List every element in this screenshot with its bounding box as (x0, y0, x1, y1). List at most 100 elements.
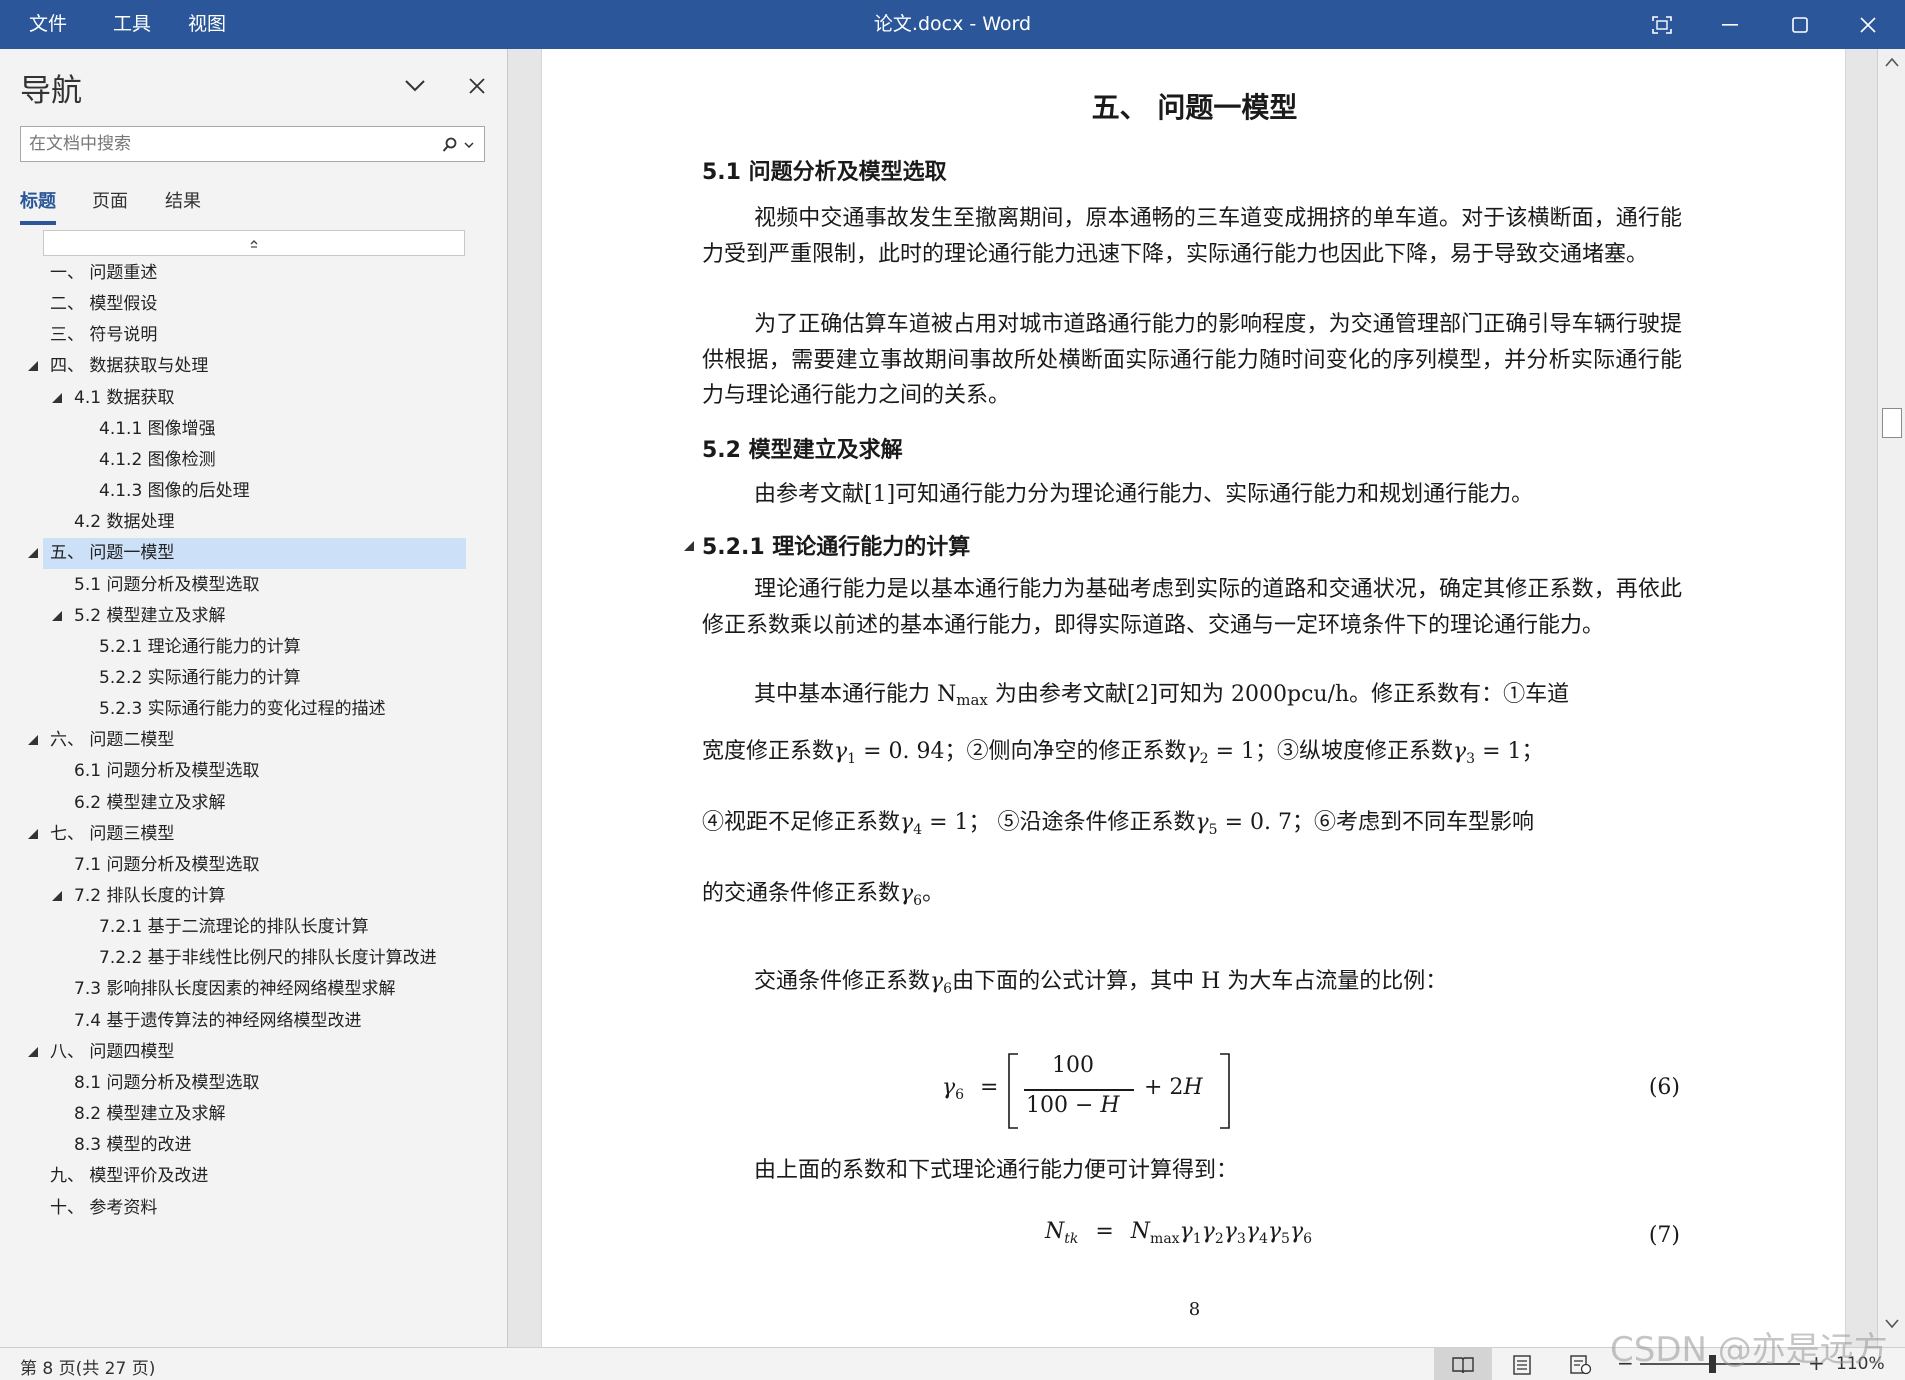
tab-pages[interactable]: 页面 (92, 187, 128, 223)
read-mode-button[interactable] (1434, 1348, 1492, 1380)
search-button[interactable] (442, 134, 474, 156)
nav-heading-item[interactable]: 4.2 数据处理 (0, 507, 508, 538)
nav-heading-label: 7.1 问题分析及模型选取 (74, 854, 260, 875)
nav-heading-label: 8.3 模型的改进 (74, 1135, 192, 1156)
minimize-icon (1722, 23, 1738, 26)
nav-heading-item[interactable]: 五、 问题一模型 (28, 538, 466, 570)
nav-heading-item[interactable]: 7.4 基于遗传算法的神经网络模型改进 (0, 1006, 508, 1037)
nav-heading-label: 5.2.2 实际通行能力的计算 (99, 667, 301, 688)
collapse-up-icon (250, 240, 258, 248)
collapse-all-bar[interactable] (43, 230, 465, 256)
nav-heading-label: 5.2.3 实际通行能力的变化过程的描述 (99, 699, 386, 720)
nav-heading-item[interactable]: 九、 模型评价及改进 (0, 1161, 508, 1192)
nav-heading-label: 6.1 问题分析及模型选取 (74, 761, 260, 782)
book-icon (1452, 1356, 1474, 1373)
nav-heading-item[interactable]: 十、 参考资料 (0, 1193, 508, 1224)
chevron-down-icon (405, 80, 425, 92)
tab-results[interactable]: 结果 (165, 187, 201, 223)
nav-heading-item[interactable]: 4.1.2 图像检测 (0, 445, 508, 476)
navigation-pane: 导航 标题 页面 结果 一、 问题重述二、 模型假设三、 符号说明四、 数据获取… (0, 49, 508, 1347)
equation-7-label: (7) (1648, 1223, 1680, 1248)
maximize-button[interactable] (1770, 0, 1830, 49)
paragraph-4: 理论通行能力是以基本通行能力为基础考虑到实际的道路和交通状况，确定其修正系数，再… (702, 577, 1682, 638)
collapse-triangle-icon[interactable] (683, 540, 695, 552)
paragraph-7: 由上面的系数和下式理论通行能力便可计算得到： (754, 1158, 1239, 1183)
nav-heading-item[interactable]: 8.1 问题分析及模型选取 (0, 1068, 508, 1099)
print-layout-button[interactable] (1493, 1348, 1551, 1380)
page-count-status[interactable]: 第 8 页(共 27 页) (20, 1354, 155, 1379)
nav-heading-item[interactable]: 5.2.3 实际通行能力的变化过程的描述 (0, 694, 508, 725)
section-heading-5-1: 5.1 问题分析及模型选取 (702, 160, 947, 185)
vertical-scrollbar[interactable] (1877, 49, 1905, 1347)
expand-triangle-icon[interactable] (51, 890, 63, 902)
nav-heading-item[interactable]: 七、 问题三模型 (0, 819, 508, 850)
paragraph-5: 其中基本通行能力 Nmax 为由参考文献[2]可知为 2000pcu/h。修正系… (754, 682, 1570, 709)
expand-triangle-icon[interactable] (51, 610, 63, 622)
search-icon (442, 137, 457, 152)
scroll-thumb[interactable] (1882, 408, 1902, 438)
web-layout-button[interactable] (1552, 1348, 1610, 1380)
expand-triangle-icon[interactable] (51, 392, 63, 404)
nav-heading-label: 5.2 模型建立及求解 (74, 605, 226, 626)
nav-heading-item[interactable]: 7.3 影响排队长度因素的神经网络模型求解 (0, 974, 508, 1005)
nav-heading-item[interactable]: 7.2 排队长度的计算 (0, 881, 508, 912)
nav-heading-item[interactable]: 5.1 问题分析及模型选取 (0, 570, 508, 601)
search-input[interactable] (29, 131, 429, 157)
nav-heading-label: 一、 问题重述 (50, 263, 158, 283)
nav-heading-item[interactable]: 4.1.1 图像增强 (0, 414, 508, 445)
expand-triangle-icon[interactable] (27, 828, 39, 840)
nav-heading-label: 三、 符号说明 (50, 325, 158, 346)
nav-pane-title: 导航 (20, 73, 82, 109)
nav-heading-item[interactable]: 8.2 模型建立及求解 (0, 1099, 508, 1130)
focus-mode-button[interactable] (1632, 0, 1692, 49)
nav-heading-label: 6.2 模型建立及求解 (74, 792, 226, 813)
nav-heading-label: 8.1 问题分析及模型选取 (74, 1072, 260, 1093)
nav-close-button[interactable] (460, 69, 494, 103)
nav-heading-item[interactable]: 八、 问题四模型 (0, 1037, 508, 1068)
nav-search-box (20, 126, 485, 162)
paragraph-2: 为了正确估算车道被占用对城市道路通行能力的影响程度，为交通管理部门正确引导车辆行… (702, 312, 1682, 408)
scroll-up-icon[interactable] (1885, 57, 1899, 67)
expand-triangle-icon[interactable] (27, 360, 39, 372)
nav-heading-item[interactable]: 5.2.1 理论通行能力的计算 (0, 632, 508, 663)
nav-heading-item[interactable]: 4.1 数据获取 (0, 383, 508, 414)
nav-heading-item[interactable]: 4.1.3 图像的后处理 (0, 476, 508, 507)
close-window-button[interactable] (1838, 0, 1898, 49)
section-heading-5-2: 5.2 模型建立及求解 (702, 438, 903, 463)
nav-heading-item[interactable]: 8.3 模型的改进 (0, 1130, 508, 1161)
close-icon (1860, 16, 1876, 33)
nav-heading-label: 7.2 排队长度的计算 (74, 886, 226, 906)
page-layout-icon (1513, 1354, 1531, 1375)
expand-triangle-icon[interactable] (27, 547, 39, 559)
nav-heading-label: 7.2.2 基于非线性比例尺的排队长度计算改进 (99, 948, 437, 969)
chevron-down-icon (464, 142, 474, 148)
expand-triangle-icon[interactable] (27, 1046, 39, 1058)
minimize-button[interactable] (1700, 0, 1760, 49)
section-heading-5-2-1: 5.2.1 理论通行能力的计算 (702, 535, 971, 560)
nav-heading-label: 八、 问题四模型 (50, 1041, 175, 1062)
nav-heading-label: 8.2 模型建立及求解 (74, 1104, 226, 1125)
nav-heading-item[interactable]: 六、 问题二模型 (0, 725, 508, 756)
nav-heading-item[interactable]: 7.2.2 基于非线性比例尺的排队长度计算改进 (0, 943, 508, 974)
nav-options-button[interactable] (398, 69, 432, 103)
nav-heading-item[interactable]: 6.1 问题分析及模型选取 (0, 756, 508, 787)
nav-heading-item[interactable]: 5.2 模型建立及求解 (0, 601, 508, 632)
nav-heading-item[interactable]: 5.2.2 实际通行能力的计算 (0, 663, 508, 694)
document-area[interactable]: 五、 问题一模型 5.1 问题分析及模型选取 视频中交通事故发生至撤离期间，原本… (509, 49, 1877, 1347)
nav-heading-item[interactable]: 7.1 问题分析及模型选取 (0, 850, 508, 881)
nav-heading-item[interactable]: 6.2 模型建立及求解 (0, 788, 508, 819)
nav-heading-item[interactable]: 7.2.1 基于二流理论的排队长度计算 (0, 912, 508, 943)
nav-heading-label: 五、 问题一模型 (50, 543, 175, 564)
expand-triangle-icon[interactable] (27, 734, 39, 746)
page-number: 8 (1188, 1299, 1201, 1320)
nav-heading-label: 四、 数据获取与处理 (50, 356, 209, 377)
tab-headings[interactable]: 标题 (20, 187, 56, 225)
nav-heading-item[interactable]: 四、 数据获取与处理 (0, 351, 508, 382)
nav-heading-item[interactable]: 二、 模型假设 (0, 289, 508, 320)
nav-heading-item[interactable]: 三、 符号说明 (0, 320, 508, 351)
document-page[interactable]: 五、 问题一模型 5.1 问题分析及模型选取 视频中交通事故发生至撤离期间，原本… (541, 49, 1846, 1347)
nav-heading-label: 七、 问题三模型 (50, 823, 175, 844)
nav-heading-item[interactable]: 一、 问题重述 (0, 258, 508, 289)
nav-heading-label: 4.1 数据获取 (74, 387, 175, 408)
coefficient-line-2: ④视距不足修正系数γ4 = 1； ⑤沿途条件修正系数γ5 = 0. 7；⑥考虑到… (702, 810, 1534, 838)
